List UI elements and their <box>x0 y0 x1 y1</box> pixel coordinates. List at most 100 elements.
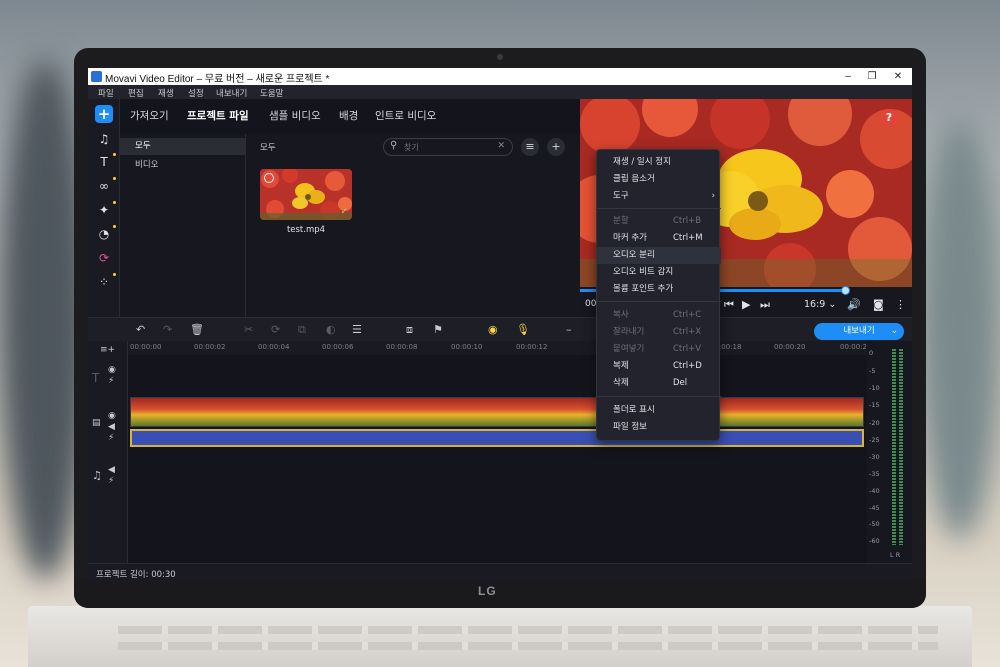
next-frame-button[interactable]: ⏭ <box>760 298 770 312</box>
plus-icon: + <box>97 105 111 123</box>
zoom-out-icon[interactable]: – <box>566 323 572 336</box>
menu-item-shortcut: Ctrl+M <box>673 233 703 243</box>
menu-item-delete[interactable]: 삭제 Del <box>597 375 721 392</box>
snapshot-icon[interactable]: ◙ <box>873 298 884 311</box>
category-all[interactable]: 모두 <box>120 138 246 155</box>
add-file-button[interactable]: + <box>547 138 565 156</box>
search-input[interactable]: ⚲ 찾기 ✕ <box>383 138 513 156</box>
maximize-button[interactable]: ❐ <box>860 69 884 84</box>
audio-level-meter: 0 -5 -10 -15 -20 -25 -30 -35 -40 -45 -50… <box>866 341 912 563</box>
close-button[interactable]: ✕ <box>886 69 910 84</box>
filters-tool-button[interactable]: ◔ <box>95 225 116 243</box>
tab-project-files[interactable]: 프로젝트 파일 <box>187 108 249 123</box>
color-adjust-icon[interactable]: ◐ <box>326 323 336 336</box>
timeline-ruler[interactable]: 00:00:00 00:00:02 00:00:04 00:00:06 00:0… <box>128 341 867 355</box>
menu-file[interactable]: 파일 <box>98 87 114 99</box>
speaker-icon[interactable]: ◀ <box>108 465 115 475</box>
add-track-icon[interactable]: ≡+ <box>100 345 115 355</box>
menu-item-shortcut: Ctrl+D <box>673 361 702 371</box>
tab-intro-videos[interactable]: 인트로 비디오 <box>375 108 436 123</box>
timer-icon: ◔ <box>98 227 110 241</box>
menu-item-paste[interactable]: 붙여넣기 Ctrl+V <box>597 341 721 358</box>
menu-item-label: 잘라내기 <box>613 327 645 337</box>
mute-icon[interactable]: ⚡ <box>108 376 114 386</box>
more-tools-button[interactable]: ⁘ <box>95 273 116 291</box>
meter-label: -45 <box>869 504 880 512</box>
chevron-down-icon[interactable]: ⌄ <box>891 323 898 340</box>
media-thumbnail[interactable]: ✓ <box>260 169 352 220</box>
clip-properties-icon[interactable]: ☰ <box>352 323 362 336</box>
video-clip[interactable] <box>130 397 864 427</box>
plus-icon: + <box>551 140 561 153</box>
menu-item-file-info[interactable]: 파일 정보 <box>597 419 721 436</box>
marker-flag-icon[interactable]: ⚑ <box>433 323 443 336</box>
add-media-button[interactable]: + <box>95 105 113 123</box>
crop-icon[interactable]: ⧉ <box>298 323 306 337</box>
cut-icon[interactable]: ✂ <box>244 323 253 336</box>
menu-help[interactable]: 도움말 <box>260 87 283 99</box>
menu-item-detach-audio[interactable]: 오디오 분리 <box>597 247 721 264</box>
tool-sidebar: + ♫ T ∞ ✦ ◔ ⟳ ⁘ <box>88 99 120 317</box>
menu-item-play-pause[interactable]: 재생 / 일시 정지 <box>597 154 721 171</box>
audio-clip[interactable] <box>130 429 864 447</box>
minimize-button[interactable]: – <box>836 69 860 84</box>
tab-sample-videos[interactable]: 샘플 비디오 <box>269 108 321 123</box>
menu-item-shortcut: Ctrl+X <box>673 327 702 337</box>
menu-settings[interactable]: 설정 <box>188 87 204 99</box>
eye-icon[interactable]: ◉ <box>108 365 116 375</box>
menu-item-add-marker[interactable]: 마커 추가 Ctrl+M <box>597 230 721 247</box>
search-icon: ⚲ <box>390 140 398 151</box>
play-button[interactable]: ▶ <box>742 298 750 311</box>
clear-icon[interactable]: ✕ <box>497 141 505 151</box>
playhead-handle[interactable] <box>841 286 850 295</box>
meter-bar-right <box>899 349 903 545</box>
timeline-toolbar: ↶ ↷ 🗑 ✂ ⟳ ⧉ ◐ ☰ ⧈ ⚑ ◉ 🎙 – 내보내기 ⌄ <box>88 317 912 341</box>
previous-frame-button[interactable]: ⏮ <box>724 298 734 312</box>
menu-item-label: 클립 음소거 <box>613 174 655 184</box>
delete-icon[interactable]: 🗑 <box>190 323 204 336</box>
stabilize-icon[interactable]: ⧈ <box>406 323 413 337</box>
menu-item-duplicate[interactable]: 복제 Ctrl+D <box>597 358 721 375</box>
menu-play[interactable]: 재생 <box>158 87 174 99</box>
sort-button[interactable]: ≡ <box>521 138 539 156</box>
menu-item-tools[interactable]: 도구 › <box>597 188 721 205</box>
menu-edit[interactable]: 편집 <box>128 87 144 99</box>
webcam-record-icon[interactable]: ◉ <box>488 323 498 336</box>
menu-item-add-volume-point[interactable]: 볼륨 포인트 추가 <box>597 281 721 298</box>
sticker-icon: ⟳ <box>98 251 110 265</box>
titles-tool-button[interactable]: T <box>95 153 116 171</box>
volume-icon[interactable]: 🔊 <box>847 298 861 311</box>
timecode: 00 <box>585 299 597 309</box>
menu-item-show-in-folder[interactable]: 폴더로 표시 <box>597 402 721 419</box>
menu-export[interactable]: 내보내기 <box>216 87 247 99</box>
category-video[interactable]: 비디오 <box>120 157 246 174</box>
menu-item-beat-detection[interactable]: 오디오 비트 감지 <box>597 264 721 281</box>
menu-item-label: 폴더로 표시 <box>613 405 655 415</box>
mute-icon[interactable]: ⚡ <box>108 433 114 443</box>
music-tool-button[interactable]: ♫ <box>95 130 113 148</box>
stickers-tool-button[interactable]: ⟳ <box>95 249 113 267</box>
ruler-tick: 00:00:12 <box>516 343 548 351</box>
rotate-icon[interactable]: ⟳ <box>271 323 280 336</box>
menu-item-split[interactable]: 분할 Ctrl+B <box>597 213 721 230</box>
tab-import[interactable]: 가져오기 <box>130 108 169 123</box>
export-button[interactable]: 내보내기 ⌄ <box>814 323 904 340</box>
speaker-icon[interactable]: ◀ <box>108 422 115 432</box>
mute-icon[interactable]: ⚡ <box>108 476 114 486</box>
eye-icon[interactable]: ◉ <box>108 411 116 421</box>
undo-icon[interactable]: ↶ <box>136 323 145 336</box>
webcam-dot <box>497 54 503 60</box>
aspect-ratio-select[interactable]: 16:9 ⌄ <box>804 299 836 310</box>
effects-tool-button[interactable]: ✦ <box>95 201 116 219</box>
app-icon <box>91 71 102 82</box>
help-button[interactable]: ? <box>880 109 898 127</box>
menu-item-cut[interactable]: 잘라내기 Ctrl+X <box>597 324 721 341</box>
menu-item-mute-clip[interactable]: 클립 음소거 <box>597 171 721 188</box>
microphone-icon[interactable]: 🎙 <box>516 323 530 336</box>
menu-item-copy[interactable]: 복사 Ctrl+C <box>597 307 721 324</box>
more-options-icon[interactable]: ⋮ <box>895 298 906 311</box>
redo-icon[interactable]: ↷ <box>163 323 172 336</box>
tab-backgrounds[interactable]: 배경 <box>339 108 358 123</box>
background-blur <box>920 120 1000 540</box>
transitions-tool-button[interactable]: ∞ <box>95 177 116 195</box>
